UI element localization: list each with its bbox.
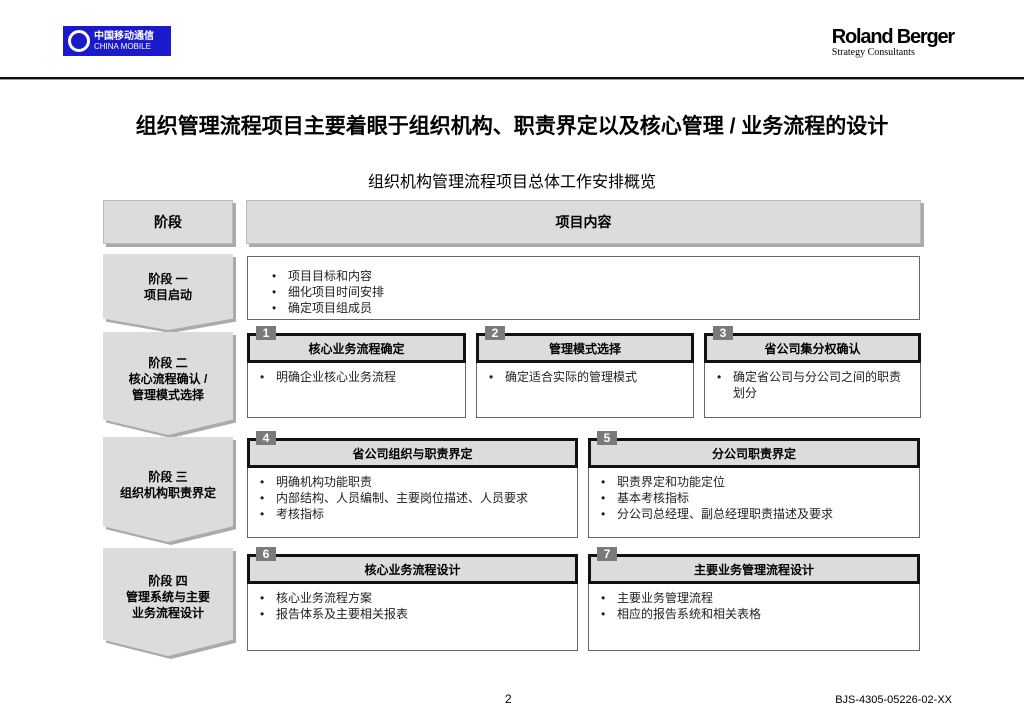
page-subtitle: 组织机构管理流程项目总体工作安排概览 bbox=[367, 174, 656, 191]
list-item: 相应的报告系统和相关表格 bbox=[597, 606, 911, 622]
logo-cn: 中国移动通信 bbox=[94, 30, 154, 42]
page-number: 2 bbox=[505, 692, 512, 706]
roland-berger-logo: Roland Berger Strategy Consultants bbox=[831, 26, 955, 58]
list-item: 项目目标和内容 bbox=[268, 268, 899, 284]
list-item: 主要业务管理流程 bbox=[597, 590, 911, 606]
list-item: 内部结构、人员编制、主要岗位描述、人员要求 bbox=[256, 490, 569, 506]
text: 省公司组织与职责界定 bbox=[247, 438, 578, 468]
text: 核心业务流程设计 bbox=[247, 554, 578, 584]
text: 5 bbox=[597, 431, 617, 445]
rb-tagline: Strategy Consultants bbox=[831, 47, 915, 58]
list-item: 明确机构功能职责 bbox=[256, 474, 569, 490]
list-item: 确定项目组成员 bbox=[268, 300, 899, 316]
text: 主要业务管理流程设计 bbox=[588, 554, 920, 584]
text: 管理系统与主要 bbox=[125, 590, 210, 604]
list-item: 确定省公司与分公司之间的职责划分 bbox=[713, 369, 912, 401]
text: 1 bbox=[256, 326, 276, 340]
text: 阶段 二 bbox=[148, 355, 188, 370]
header-divider bbox=[0, 77, 1024, 80]
text: 项目启动 bbox=[143, 288, 192, 302]
text: 省公司集分权确认 bbox=[704, 333, 921, 363]
rb-name: Roland Berger bbox=[831, 26, 955, 48]
stage-1: 阶段 一项目启动 bbox=[103, 254, 236, 333]
card-2: 2管理模式选择确定适合实际的管理模式 bbox=[476, 326, 694, 418]
card-6: 6核心业务流程设计核心业务流程方案报告体系及主要相关报表 bbox=[247, 547, 578, 651]
text: 6 bbox=[256, 547, 276, 561]
list-item: 分公司总经理、副总经理职责描述及要求 bbox=[597, 506, 911, 522]
text: 组织机构职责界定 bbox=[119, 485, 216, 500]
card-1: 1核心业务流程确定明确企业核心业务流程 bbox=[247, 326, 466, 418]
header-stage: 阶段 bbox=[103, 200, 233, 244]
list-item: 基本考核指标 bbox=[597, 490, 911, 506]
text: 业务流程设计 bbox=[131, 606, 204, 620]
card-3: 3省公司集分权确认确定省公司与分公司之间的职责划分 bbox=[704, 326, 921, 418]
stage-2: 阶段 二核心流程确认 / 管理模式选择 bbox=[103, 332, 236, 438]
text: 4 bbox=[256, 431, 276, 445]
text: 阶段 一 bbox=[148, 272, 188, 286]
list-item: 核心业务流程方案 bbox=[256, 590, 569, 606]
stage-4: 阶段 四管理系统与主要 业务流程设计 bbox=[103, 548, 236, 659]
header-content: 项目内容 bbox=[246, 200, 921, 244]
list-item: 考核指标 bbox=[256, 506, 569, 522]
logo-en: CHINA MOBILE bbox=[94, 41, 151, 51]
text: 管理模式选择 bbox=[476, 333, 694, 363]
china-mobile-emblem-icon bbox=[68, 30, 90, 52]
text: 2 bbox=[485, 326, 505, 340]
list-item: 报告体系及主要相关报表 bbox=[256, 606, 569, 622]
stage1-content: 项目目标和内容细化项目时间安排确定项目组成员 bbox=[247, 256, 920, 320]
card-5: 5分公司职责界定职责界定和功能定位基本考核指标分公司总经理、副总经理职责描述及要… bbox=[588, 431, 920, 538]
text: 7 bbox=[597, 547, 617, 561]
text: 管理模式选择 bbox=[131, 387, 204, 402]
list-item: 职责界定和功能定位 bbox=[597, 474, 911, 490]
text: 3 bbox=[713, 326, 733, 340]
list-item: 细化项目时间安排 bbox=[268, 284, 899, 300]
card-4: 4省公司组织与职责界定明确机构功能职责内部结构、人员编制、主要岗位描述、人员要求… bbox=[247, 431, 578, 538]
china-mobile-logo: 中国移动通信 CHINA MOBILE bbox=[63, 26, 171, 56]
stage-3: 阶段 三组织机构职责界定 bbox=[103, 437, 236, 545]
text: 核心流程确认 / bbox=[128, 371, 208, 386]
text: 阶段 三 bbox=[148, 469, 188, 484]
list-item: 确定适合实际的管理模式 bbox=[485, 369, 685, 385]
text: 核心业务流程确定 bbox=[247, 333, 466, 363]
document-code: BJS-4305-05226-02-XX bbox=[835, 694, 952, 706]
text: 分公司职责界定 bbox=[588, 438, 920, 468]
page-title: 组织管理流程项目主要着眼于组织机构、职责界定以及核心管理 / 业务流程的设计 bbox=[135, 115, 889, 138]
text: 阶段 四 bbox=[148, 574, 188, 588]
card-7: 7主要业务管理流程设计主要业务管理流程相应的报告系统和相关表格 bbox=[588, 547, 920, 651]
list-item: 明确企业核心业务流程 bbox=[256, 369, 457, 385]
